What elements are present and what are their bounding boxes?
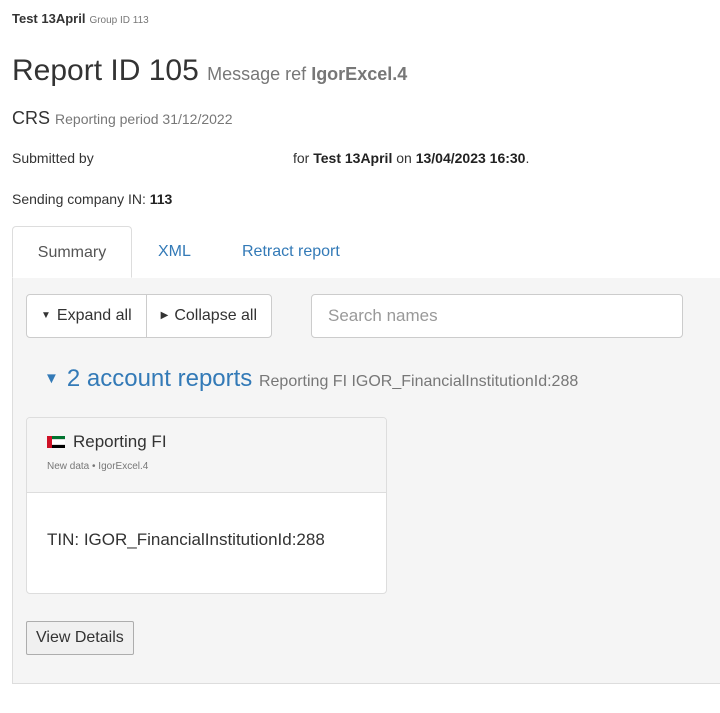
account-reports-toggle[interactable]: ▼ 2 account reports Reporting FI IGOR_Fin… [44,365,578,393]
sending-company-value: 113 [149,191,173,207]
breadcrumb: Test 13April Group ID 113 [12,11,149,26]
end-dot: . [525,150,530,166]
uae-flag-icon [47,436,65,448]
for-name: Test 13April [313,150,393,166]
tab-retract-report[interactable]: Retract report [242,226,340,278]
card-meta: New data • IgorExcel.4 [47,461,149,472]
collapse-all-label: Collapse all [174,307,258,324]
sending-company: Sending company IN: 113 [12,191,172,207]
reporting-period: Reporting period 31/12/2022 [55,111,233,127]
tab-xml[interactable]: XML [158,226,191,278]
tab-summary[interactable]: Summary [12,226,132,278]
report-subtitle: CRS Reporting period 31/12/2022 [12,108,233,129]
page-title: Report ID 105 Message ref IgorExcel.4 [12,54,407,88]
message-ref-label: Message ref [207,64,307,84]
caret-down-icon: ▼ [41,310,51,321]
view-details-button[interactable]: View Details [26,621,134,655]
submitted-line: Submitted by [12,150,94,166]
expand-all-label: Expand all [56,307,132,324]
caret-down-icon: ▼ [44,370,59,387]
submitted-for: for Test 13April on 13/04/2023 16:30. [293,150,529,166]
tab-bar: Summary XML Retract report [12,226,720,279]
account-reports-meta: Reporting FI IGOR_FinancialInstitutionId… [258,373,579,390]
report-type: CRS [12,108,51,128]
card-title-text: Reporting FI [73,432,167,451]
submitted-by-label: Submitted by [12,150,94,166]
sending-company-label: Sending company IN: [12,191,146,207]
reporting-fi-card: Reporting FI New data • IgorExcel.4 TIN:… [26,417,387,594]
message-ref-value: IgorExcel.4 [311,64,408,84]
card-title: Reporting FI [47,432,167,452]
submitted-datetime: 13/04/2023 16:30 [415,150,526,166]
expand-collapse-group: ▼ Expand all ▶ Collapse all [26,294,273,338]
expand-all-button[interactable]: ▼ Expand all [26,294,147,338]
report-id: Report ID 105 [12,54,199,87]
account-name: Test 13April [12,11,86,26]
search-names-input[interactable] [311,294,683,338]
card-header: Reporting FI New data • IgorExcel.4 [27,418,386,493]
group-id: Group ID 113 [89,15,149,26]
account-reports-count: 2 account reports [66,365,253,392]
caret-right-icon: ▶ [160,310,169,321]
card-tin: TIN: IGOR_FinancialInstitutionId:288 [47,530,325,549]
for-label: for [293,150,310,166]
on-label: on [396,150,412,166]
message-ref: Message ref IgorExcel.4 [207,64,407,84]
collapse-all-button[interactable]: ▶ Collapse all [145,294,273,338]
